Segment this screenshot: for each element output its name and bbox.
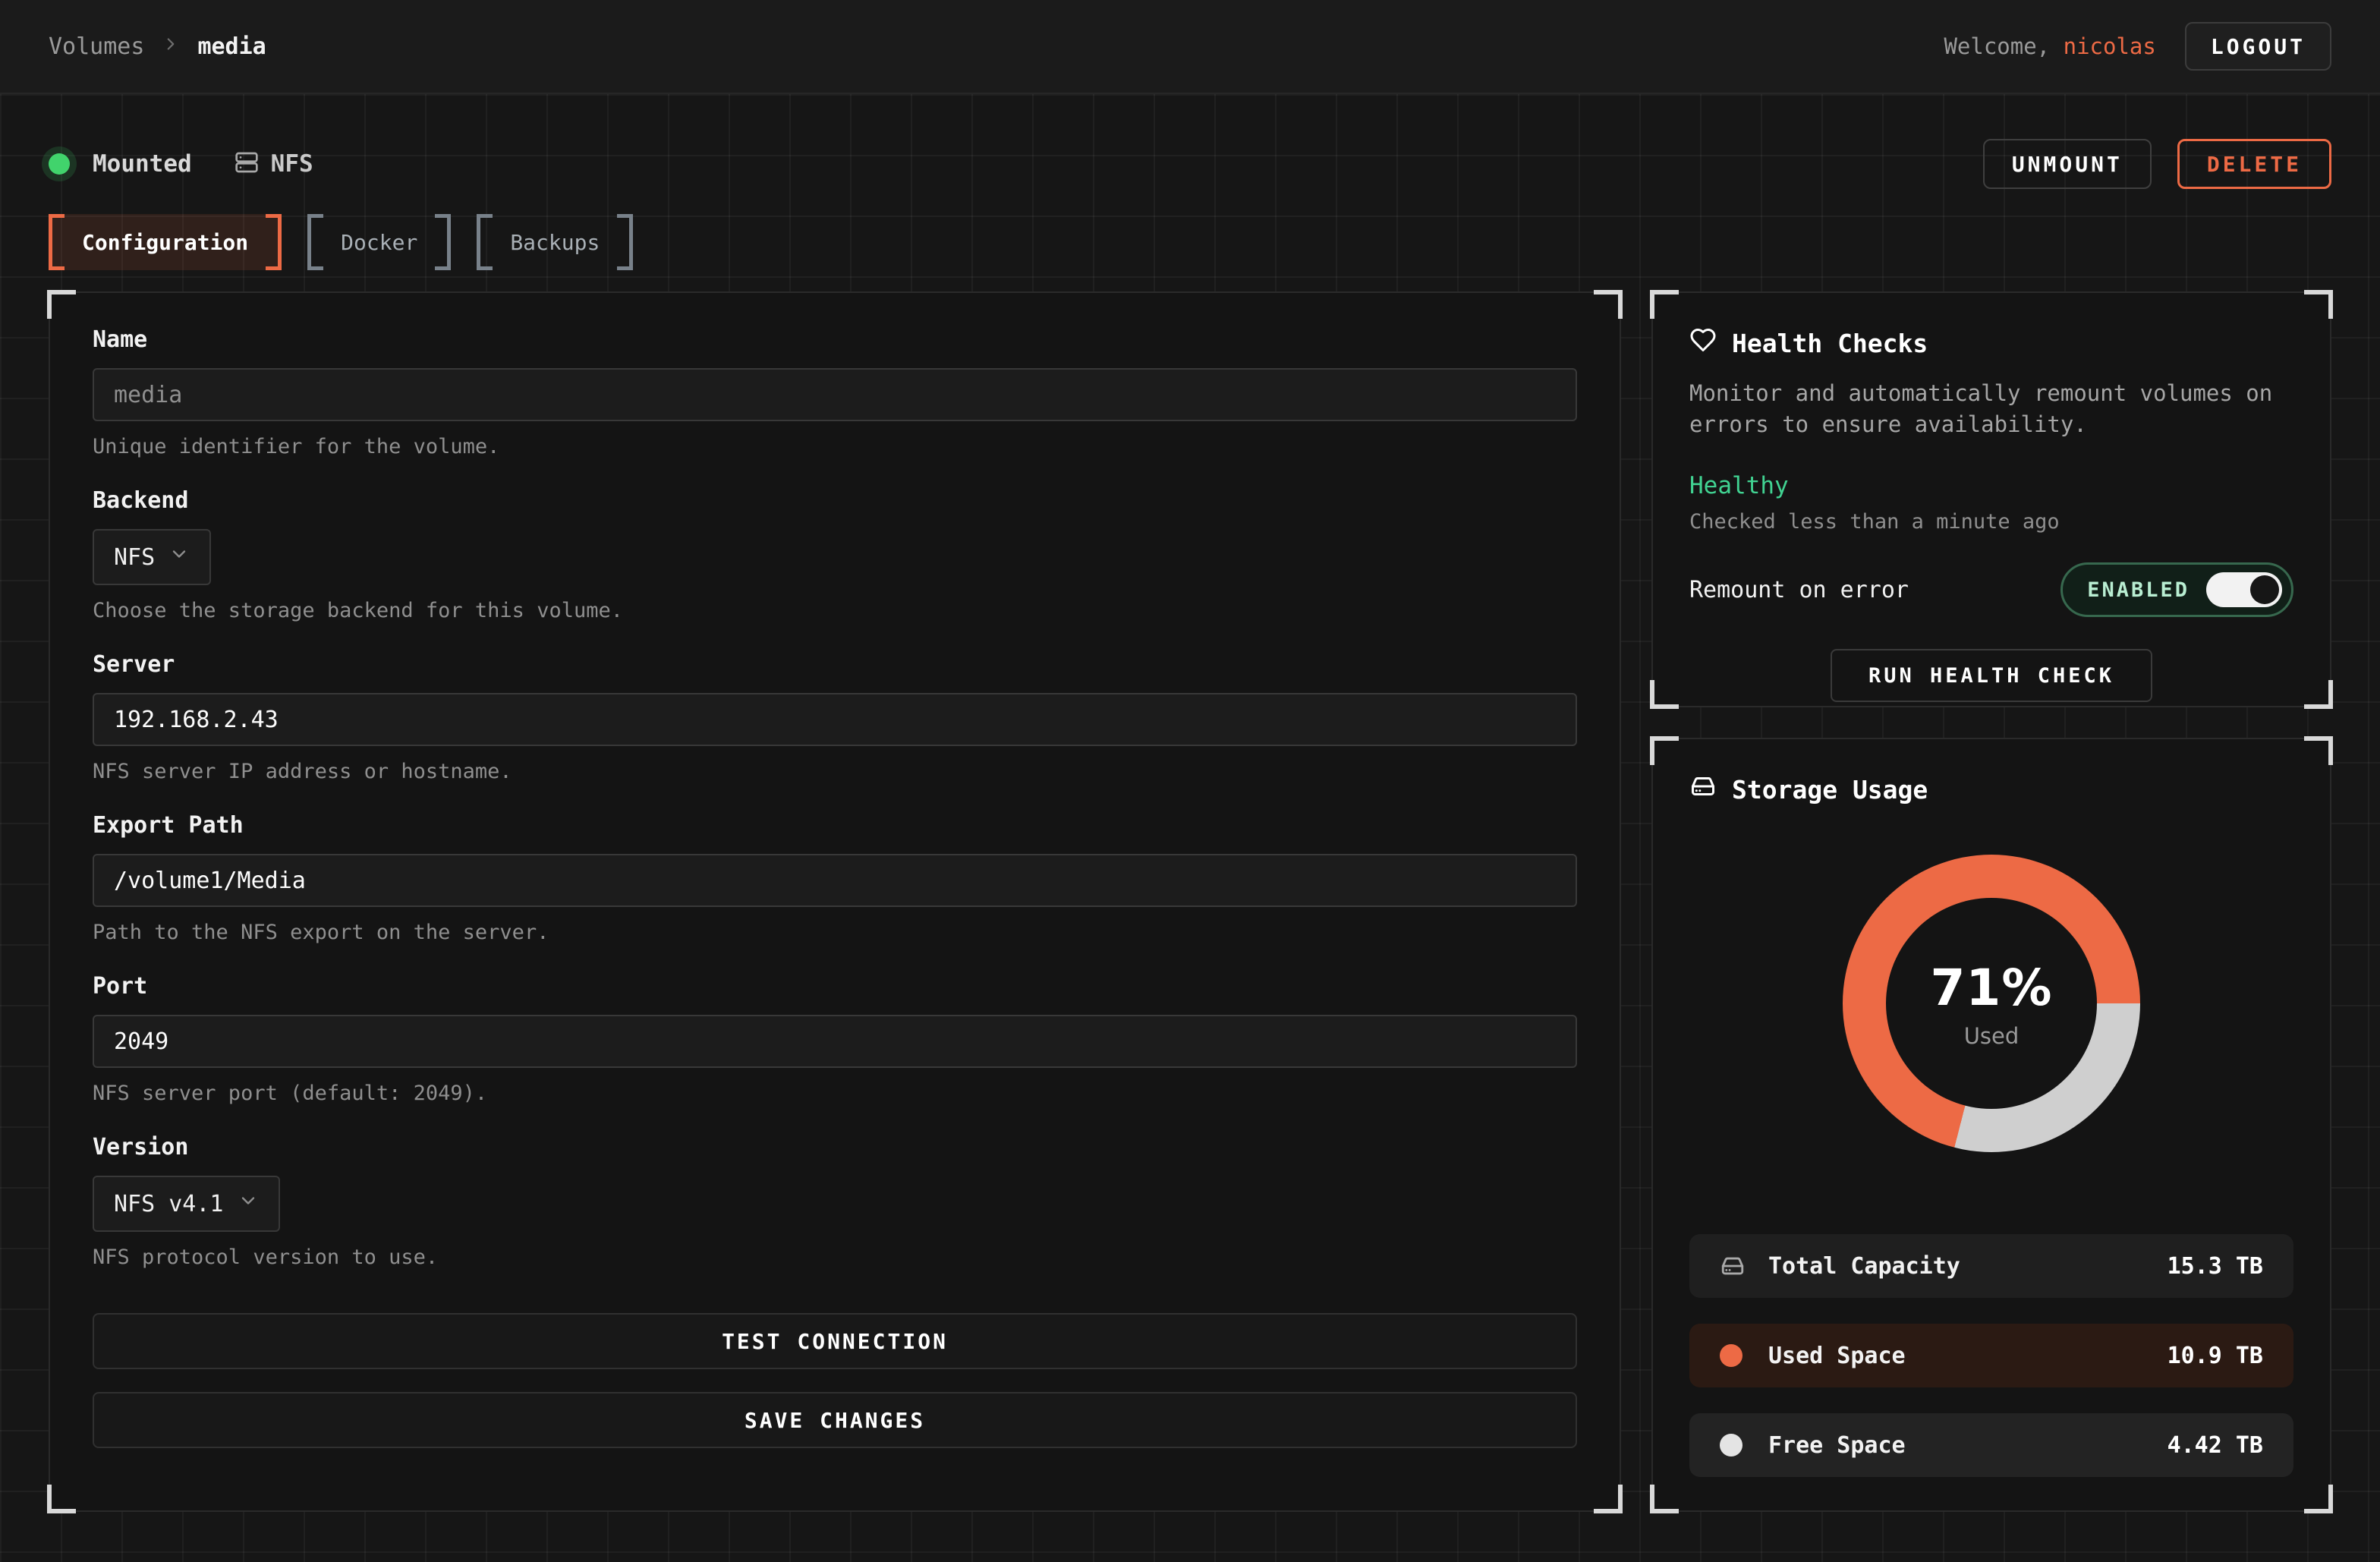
legend-value: 15.3 TB — [2168, 1253, 2263, 1280]
name-label: Name — [93, 326, 1577, 353]
name-help: Unique identifier for the volume. — [93, 435, 1577, 458]
tab-bar: Configuration Docker Backups — [49, 214, 2331, 270]
hard-drive-icon — [1720, 1253, 1750, 1279]
delete-button[interactable]: DELETE — [2177, 139, 2331, 189]
legend-label: Total Capacity — [1768, 1253, 1960, 1280]
welcome-prefix: Welcome, — [1944, 33, 2050, 59]
toggle-knob — [2250, 575, 2279, 604]
tab-configuration[interactable]: Configuration — [49, 214, 282, 270]
server-help: NFS server IP address or hostname. — [93, 760, 1577, 783]
remount-on-error-label: Remount on error — [1689, 577, 1909, 603]
heart-icon — [1689, 326, 1717, 360]
legend-row-free-space: Free Space 4.42 TB — [1689, 1413, 2293, 1477]
corner-bracket — [47, 290, 76, 319]
corner-bracket — [2304, 1485, 2333, 1513]
remount-toggle-label: ENABLED — [2087, 578, 2190, 602]
corner-bracket — [2304, 680, 2333, 709]
corner-bracket — [2304, 736, 2333, 765]
port-help: NFS server port (default: 2049). — [93, 1082, 1577, 1105]
chevron-right-icon — [161, 33, 181, 60]
mounted-status-dot — [49, 153, 70, 175]
run-health-check-button[interactable]: RUN HEALTH CHECK — [1831, 649, 2152, 702]
version-select-value: NFS v4.1 — [114, 1191, 224, 1217]
corner-bracket — [1650, 1485, 1679, 1513]
server-icon — [235, 150, 259, 178]
unmount-button[interactable]: UNMOUNT — [1983, 139, 2152, 189]
donut-center: 71% Used — [1886, 898, 2097, 1109]
toggle-switch — [2206, 572, 2282, 607]
port-label: Port — [93, 973, 1577, 1000]
donut-percent: 71% — [1931, 959, 2053, 1017]
legend-label: Used Space — [1768, 1343, 1906, 1369]
logout-button[interactable]: LOGOUT — [2185, 22, 2331, 71]
used-space-dot-icon — [1720, 1344, 1750, 1367]
backend-help: Choose the storage backend for this volu… — [93, 599, 1577, 622]
chevron-down-icon — [238, 1190, 259, 1217]
hard-drive-icon — [1689, 773, 1717, 806]
legend-label: Free Space — [1768, 1432, 1906, 1459]
corner-bracket — [1650, 680, 1679, 709]
health-checks-title: Health Checks — [1732, 329, 1928, 358]
export-path-help: Path to the NFS export on the server. — [93, 921, 1577, 944]
chevron-down-icon — [168, 543, 190, 571]
health-checks-panel: Health Checks Monitor and automatically … — [1651, 291, 2331, 707]
health-checks-description: Monitor and automatically remount volume… — [1689, 378, 2289, 440]
backend-select[interactable]: NFS — [93, 529, 211, 585]
breadcrumb-volumes[interactable]: Volumes — [49, 33, 144, 60]
version-select[interactable]: NFS v4.1 — [93, 1176, 280, 1232]
free-space-dot-icon — [1720, 1434, 1750, 1457]
backend-select-value: NFS — [114, 544, 155, 571]
breadcrumb-current: media — [197, 33, 266, 60]
corner-bracket — [1594, 1485, 1623, 1513]
legend-row-used-space: Used Space 10.9 TB — [1689, 1324, 2293, 1387]
health-status: Healthy — [1689, 472, 2293, 499]
topbar: Volumes media Welcome, nicolas LOGOUT — [0, 0, 2380, 94]
backend-chip-label: NFS — [271, 150, 313, 178]
breadcrumb: Volumes media — [49, 33, 266, 60]
version-help: NFS protocol version to use. — [93, 1246, 1577, 1269]
legend-row-total-capacity: Total Capacity 15.3 TB — [1689, 1234, 2293, 1298]
remount-toggle[interactable]: ENABLED — [2060, 562, 2293, 617]
backend-chip: NFS — [235, 150, 313, 178]
port-input[interactable] — [93, 1015, 1577, 1068]
page-content: Mounted NFS UNMOUNT DELETE Configuration… — [0, 94, 2380, 1562]
username: nicolas — [2064, 33, 2156, 59]
mounted-status-label: Mounted — [93, 150, 192, 178]
legend-value: 10.9 TB — [2168, 1343, 2263, 1369]
test-connection-button[interactable]: TEST CONNECTION — [93, 1313, 1577, 1369]
storage-donut-chart: 71% Used — [1843, 855, 2140, 1152]
corner-bracket — [1650, 290, 1679, 319]
save-changes-button[interactable]: SAVE CHANGES — [93, 1392, 1577, 1448]
name-input[interactable] — [93, 368, 1577, 421]
corner-bracket — [47, 1485, 76, 1513]
corner-bracket — [1594, 290, 1623, 319]
server-input[interactable] — [93, 693, 1577, 746]
donut-caption: Used — [1964, 1023, 2020, 1049]
export-path-input[interactable] — [93, 854, 1577, 907]
corner-bracket — [1650, 736, 1679, 765]
welcome-text: Welcome, nicolas — [1944, 33, 2155, 59]
status-row: Mounted NFS UNMOUNT DELETE — [49, 94, 2331, 191]
legend-value: 4.42 TB — [2168, 1432, 2263, 1459]
tab-backups[interactable]: Backups — [477, 214, 633, 270]
storage-usage-panel: Storage Usage 71% Used — [1651, 738, 2331, 1512]
server-label: Server — [93, 651, 1577, 678]
corner-bracket — [2304, 290, 2333, 319]
tab-docker[interactable]: Docker — [307, 214, 451, 270]
export-path-label: Export Path — [93, 812, 1577, 839]
storage-usage-title: Storage Usage — [1732, 775, 1928, 805]
health-last-checked: Checked less than a minute ago — [1689, 510, 2293, 534]
configuration-panel: Name Unique identifier for the volume. B… — [49, 291, 1621, 1512]
backend-label: Backend — [93, 487, 1577, 514]
version-label: Version — [93, 1134, 1577, 1160]
